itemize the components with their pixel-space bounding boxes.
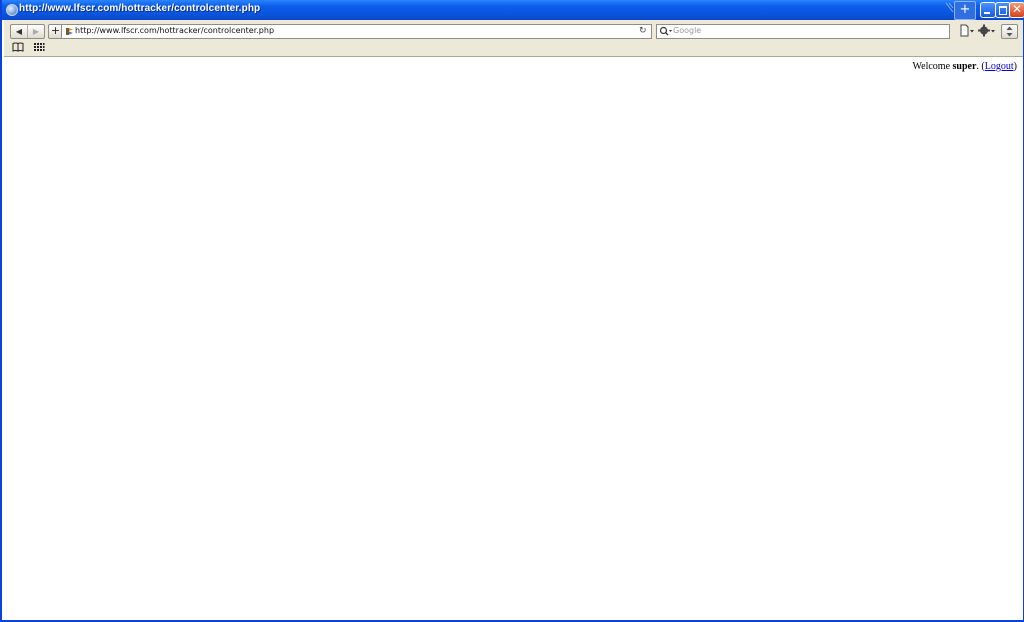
close-icon: ✕ — [1011, 2, 1023, 16]
bookmarks-book-icon[interactable] — [12, 42, 24, 52]
welcome-separator: . ( — [976, 61, 985, 72]
sync-button[interactable] — [1001, 24, 1018, 39]
welcome-message: Welcome super. (Logout) — [913, 61, 1018, 72]
resize-grip-icon — [945, 2, 954, 13]
site-icon — [66, 28, 73, 35]
search-bar[interactable]: Google — [656, 24, 950, 39]
logout-link[interactable]: Logout — [985, 61, 1014, 72]
maximize-icon — [999, 6, 1007, 15]
sync-icon — [1006, 26, 1013, 37]
address-bar[interactable]: http://www.lfscr.com/hottracker/controlc… — [61, 24, 652, 39]
reload-icon[interactable]: ↻ — [639, 26, 648, 37]
new-tab-button[interactable]: + — [954, 1, 976, 20]
browser-window: http://www.lfscr.com/hottracker/controlc… — [0, 0, 1024, 622]
minimize-icon — [984, 12, 990, 14]
back-forward-group: ◀ ▶ — [10, 24, 45, 39]
close-button[interactable]: ✕ — [1009, 2, 1024, 18]
grid-view-icon[interactable] — [33, 42, 45, 52]
globe-icon — [6, 4, 18, 16]
window-title: http://www.lfscr.com/hottracker/controlc… — [19, 3, 261, 14]
username: super — [952, 61, 977, 72]
welcome-suffix: ) — [1013, 61, 1017, 72]
minimize-button[interactable] — [980, 2, 996, 18]
page-menu-icon[interactable] — [959, 24, 975, 37]
search-placeholder: Google — [673, 26, 702, 35]
page-content: Welcome super. (Logout) — [4, 57, 1023, 620]
back-button[interactable]: ◀ — [11, 25, 28, 38]
welcome-prefix: Welcome — [912, 61, 953, 72]
title-bar[interactable]: http://www.lfscr.com/hottracker/controlc… — [2, 0, 1024, 20]
search-icon[interactable] — [659, 26, 673, 37]
url-text[interactable]: http://www.lfscr.com/hottracker/controlc… — [75, 26, 274, 35]
forward-button[interactable]: ▶ — [28, 25, 44, 38]
gear-icon[interactable] — [978, 24, 996, 37]
navigation-toolbar: ◀ ▶ + http://www.lfscr.com/hottracker/co… — [4, 20, 1023, 57]
